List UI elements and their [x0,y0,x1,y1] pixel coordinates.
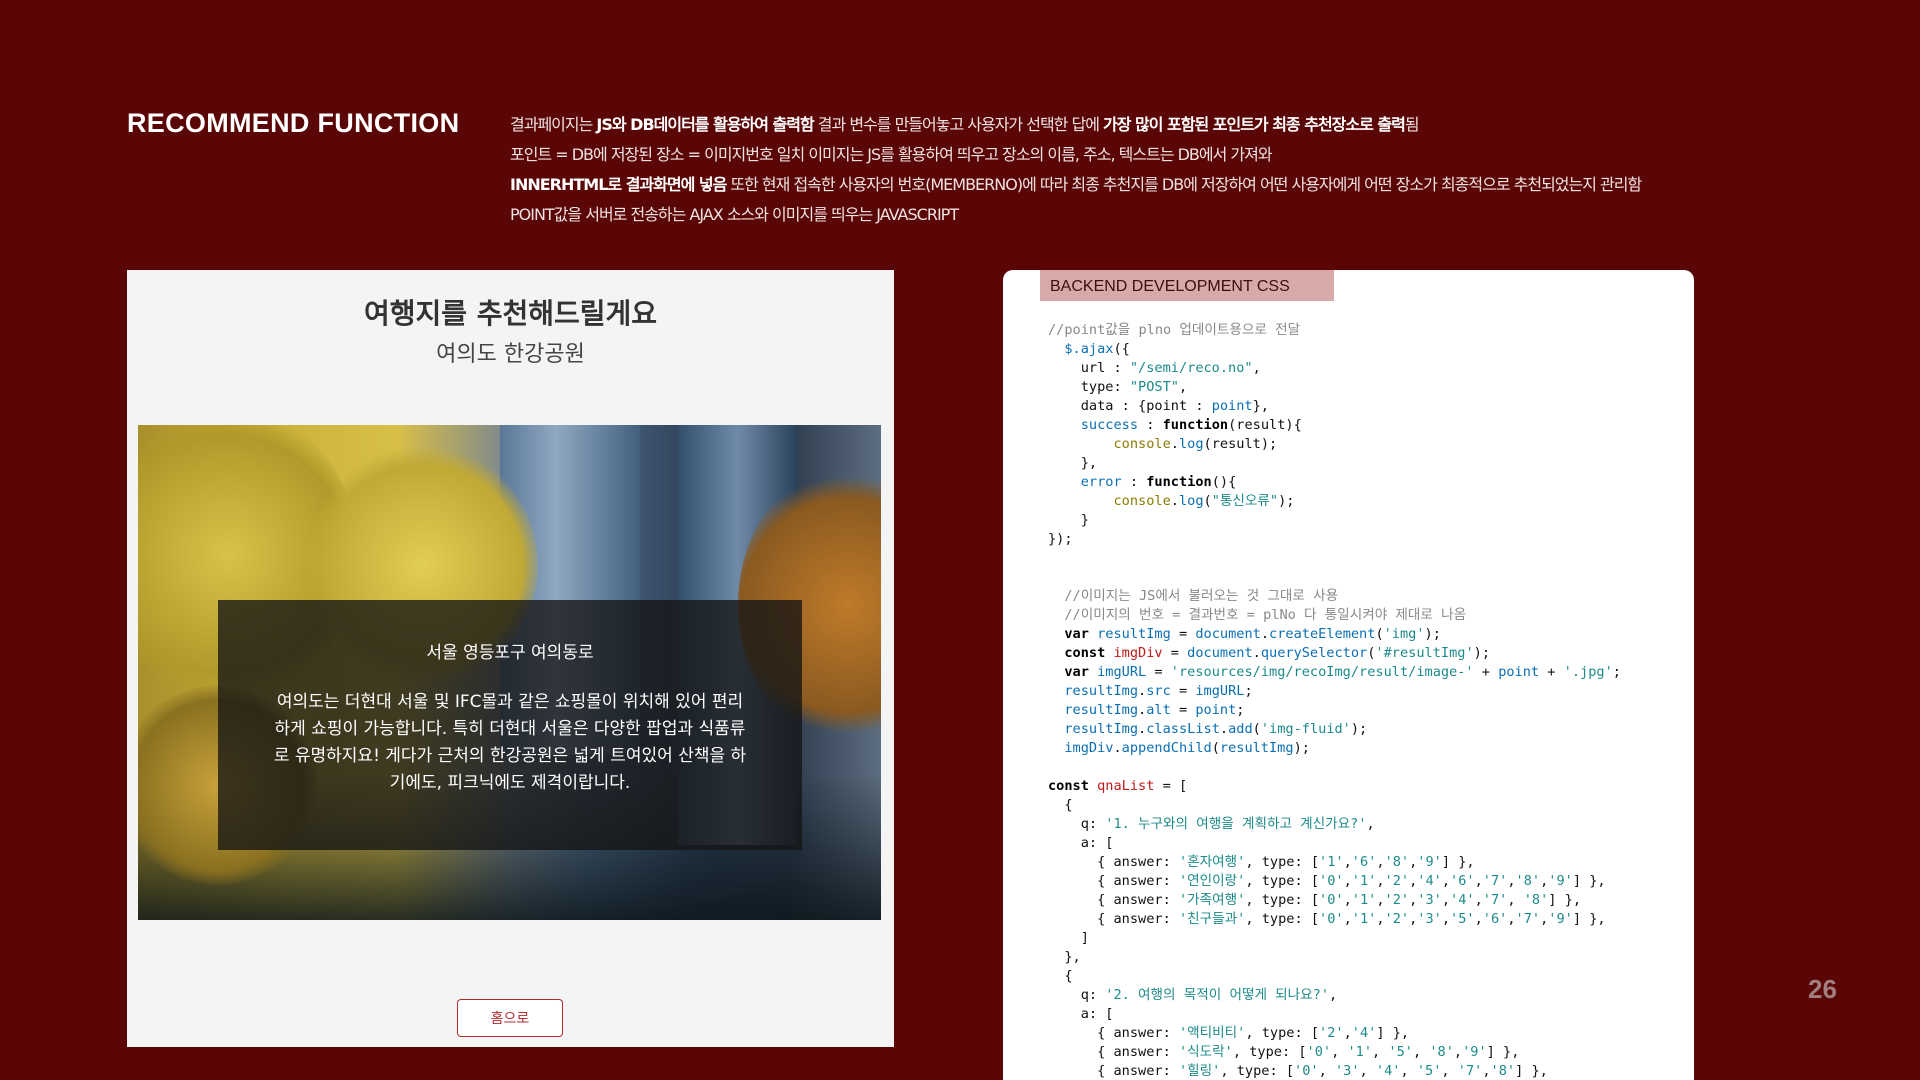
description-line-2: 포인트 = DB에 저장된 장소 = 이미지번호 일치 이미지는 JS를 활용하… [510,145,1273,164]
description-segment: 가장 많이 포함된 포인트가 최종 추천장소로 출력 [1103,115,1406,134]
description-segment: 됨 [1404,115,1420,134]
description-segment: JS와 DB데이터를 활용하여 출력함 [596,115,814,134]
result-page-screenshot: 여행지를 추천해드릴게요 여의도 한강공원 서울 영등포구 여의동로 여의도는 … [127,270,894,1047]
page-number: 26 [1808,974,1837,1004]
place-name: 여의도 한강공원 [436,342,585,367]
place-description-box: 서울 영등포구 여의동로 여의도는 더현대 서울 및 IFC몰과 같은 쇼핑몰이… [218,600,802,850]
place-photo: 서울 영등포구 여의동로 여의도는 더현대 서울 및 IFC몰과 같은 쇼핑몰이… [138,425,881,920]
place-description-line: 여의도는 더현대 서울 및 IFC몰과 같은 쇼핑몰이 위치해 있어 편리 [276,692,744,712]
description-line-1: 결과페이지는 JS와 DB데이터를 활용하여 출력함 결과 변수를 만들어놓고 … [510,110,1720,140]
description-segment: 결과 변수를 만들어놓고 사용자가 선택한 답에 [813,115,1104,134]
code-block: //point값을 plno 업데이트용으로 전달 $.ajax({ url :… [1048,322,1621,1079]
home-button[interactable]: 홈으로 [457,999,563,1037]
description: 결과페이지는 JS와 DB데이터를 활용하여 출력함 결과 변수를 만들어놓고 … [510,110,1720,230]
description-segment: 또한 현재 접속한 사용자의 번호(MEMBERNO)에 따라 최종 추천지를 … [726,175,1642,194]
code-tab-label: BACKEND DEVELOPMENT CSS [1040,270,1334,301]
place-address: 서울 영등포구 여의동로 [426,643,594,663]
description-line-3: INNERHTML로 결과화면에 넣음 또한 현재 접속한 사용자의 번호(ME… [510,170,1720,200]
result-title: 여행지를 추천해드릴게요 [363,297,658,330]
place-description: 여의도는 더현대 서울 및 IFC몰과 같은 쇼핑몰이 위치해 있어 편리 하게… [252,689,768,797]
code-screenshot: BACKEND DEVELOPMENT CSS //point값을 plno 업… [1003,270,1694,1080]
description-segment: 결과페이지는 [510,115,597,134]
description-segment: INNERHTML로 결과화면에 넣음 [510,175,727,194]
place-description-line: 하게 쇼핑이 가능합니다. 특히 더현대 서울은 다양한 팝업과 식품류 [274,719,746,739]
section-heading: RECOMMEND FUNCTION [127,108,460,138]
place-description-line: 기에도, 피크닉에도 제격이랍니다. [389,773,631,793]
place-description-line: 로 유명하지요! 게다가 근처의 한강공원은 넓게 트여있어 산책을 하 [273,746,747,766]
description-line-4: POINT값을 서버로 전송하는 AJAX 소스와 이미지를 띄우는 JAVAS… [510,205,959,224]
